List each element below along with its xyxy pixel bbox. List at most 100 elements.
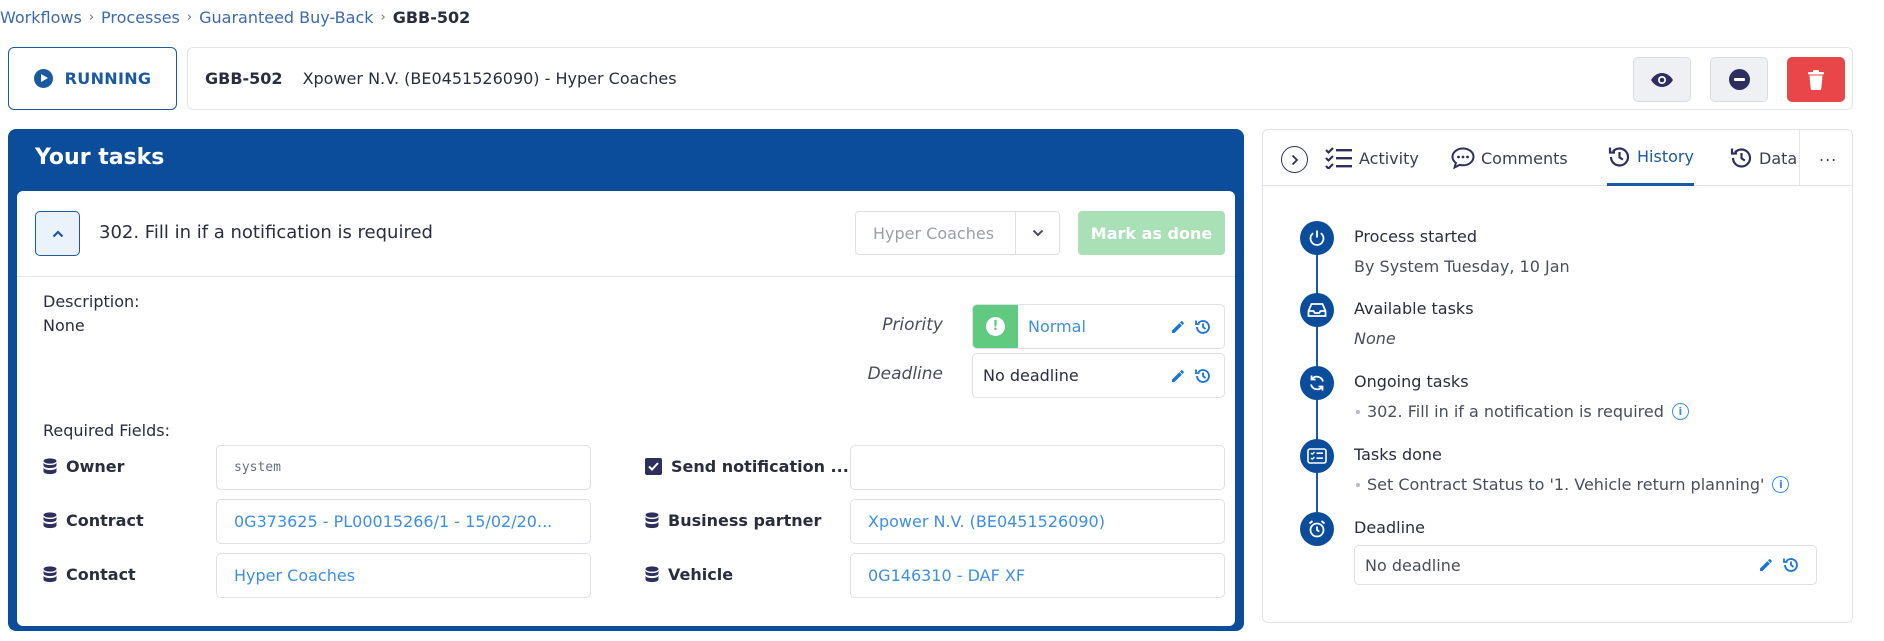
tab-activity-label: Activity	[1359, 148, 1419, 168]
deadline-history-icon[interactable]	[1782, 556, 1800, 574]
business-partner-field[interactable]: Xpower N.V. (BE0451526090)	[850, 499, 1225, 544]
tasks-panel: Your tasks 302. Fill in if a notificatio…	[8, 129, 1244, 631]
contact-label: Contact	[43, 565, 136, 584]
edit-deadline-icon[interactable]	[1758, 557, 1774, 573]
assignee-value: Hyper Coaches	[873, 223, 995, 243]
collapse-side-panel-button[interactable]	[1281, 146, 1308, 173]
info-icon[interactable]: i	[1772, 476, 1790, 493]
collapse-task-button[interactable]	[35, 211, 80, 256]
timeline-available-tasks-value: None	[1354, 329, 1396, 348]
owner-label-text: Owner	[66, 457, 125, 476]
alarm-clock-icon	[1300, 512, 1334, 546]
deadline-field: No deadline	[972, 353, 1225, 398]
description-value: None	[43, 316, 85, 335]
tab-history-label: History	[1637, 147, 1694, 166]
comment-icon	[1451, 147, 1475, 169]
owner-field[interactable]: system	[216, 445, 591, 490]
timeline-process-started: Process started	[1354, 227, 1478, 246]
tab-activity[interactable]: Activity	[1325, 130, 1419, 186]
chevron-down-icon	[1032, 229, 1043, 237]
data-history-icon	[1730, 148, 1752, 168]
task-header: 302. Fill in if a notification is requir…	[17, 191, 1235, 277]
timeline-deadline-field: No deadline	[1354, 545, 1817, 585]
history-icon	[1608, 146, 1630, 167]
owner-label: Owner	[43, 457, 125, 476]
power-icon	[1300, 221, 1334, 255]
bullet	[1356, 409, 1360, 414]
required-fields-label: Required Fields:	[43, 421, 170, 440]
task-list-icon	[1300, 439, 1334, 473]
database-icon	[43, 458, 57, 475]
checkmark-icon	[648, 462, 659, 471]
timeline-tasks-done: Tasks done	[1354, 445, 1442, 464]
status-label: RUNNING	[64, 69, 152, 88]
send-notification-label-text: Send notification ...	[671, 457, 849, 476]
side-tabs: Activity Comments History Data ...	[1263, 130, 1852, 186]
mark-as-done-button[interactable]: Mark as done	[1078, 211, 1225, 255]
process-header: GBB-502 Xpower N.V. (BE0451526090) - Hyp…	[187, 47, 1853, 110]
description-label: Description:	[43, 292, 140, 311]
minus-circle-icon	[1728, 69, 1750, 90]
exclamation-icon: !	[986, 317, 1005, 336]
tab-data[interactable]: Data	[1729, 130, 1797, 186]
checklist-icon	[1325, 147, 1352, 169]
database-icon	[43, 566, 57, 583]
vehicle-label-text: Vehicle	[668, 565, 734, 584]
more-tabs-button[interactable]: ...	[1819, 146, 1837, 165]
tasks-title: Your tasks	[35, 145, 165, 170]
timeline-deadline-value: No deadline	[1365, 555, 1461, 575]
contract-field[interactable]: 0G373625 - PL00015266/1 - 15/02/20...	[216, 499, 591, 544]
breadcrumb-separator: ›	[88, 9, 95, 25]
priority-badge: !	[973, 305, 1018, 348]
timeline-ongoing-task-item[interactable]: 302. Fill in if a notification is requir…	[1356, 402, 1689, 421]
task-title: 302. Fill in if a notification is requir…	[99, 222, 433, 243]
send-notification-field[interactable]	[850, 445, 1225, 490]
trash-icon	[1808, 69, 1824, 90]
tab-history[interactable]: History	[1607, 130, 1694, 186]
tasks-done-text: Set Contract Status to '1. Vehicle retur…	[1367, 475, 1765, 494]
breadcrumb-separator: ›	[380, 9, 386, 25]
timeline-tasks-done-item[interactable]: Set Contract Status to '1. Vehicle retur…	[1356, 475, 1790, 494]
process-title: Xpower N.V. (BE0451526090) - Hyper Coach…	[302, 69, 677, 88]
breadcrumb-guaranteed-buy-back[interactable]: Guaranteed Buy-Back	[199, 8, 373, 27]
priority-label: Priority	[882, 315, 943, 335]
assignee-select[interactable]: Hyper Coaches	[855, 211, 1060, 255]
contact-field[interactable]: Hyper Coaches	[216, 553, 591, 598]
breadcrumb-current: GBB-502	[392, 7, 471, 27]
priority-field: ! Normal	[972, 304, 1225, 349]
chevron-right-icon	[1291, 154, 1298, 165]
delete-button[interactable]	[1787, 57, 1845, 102]
vehicle-field[interactable]: 0G146310 - DAF XF	[850, 553, 1225, 598]
tab-data-label: Data	[1759, 148, 1798, 168]
business-partner-label: Business partner	[645, 511, 821, 530]
breadcrumb-processes[interactable]: Processes	[101, 8, 180, 27]
timeline-process-started-by: By System Tuesday, 10 Jan	[1354, 257, 1570, 276]
contract-label-text: Contract	[66, 511, 144, 530]
send-notification-checkbox[interactable]	[645, 458, 662, 475]
database-icon	[43, 512, 57, 529]
edit-priority-icon[interactable]	[1170, 319, 1186, 335]
tabs-divider	[1799, 130, 1805, 186]
deadline-label: Deadline	[867, 364, 943, 384]
task-card: 302. Fill in if a notification is requir…	[17, 191, 1235, 626]
breadcrumb-workflows[interactable]: Workflows	[0, 8, 82, 27]
deadline-history-icon[interactable]	[1194, 367, 1212, 385]
inbox-icon	[1300, 293, 1334, 327]
status-running-button[interactable]: RUNNING	[8, 47, 177, 110]
send-notification-label: Send notification ...	[645, 457, 849, 476]
breadcrumb: Workflows › Processes › Guaranteed Buy-B…	[0, 6, 470, 28]
priority-history-icon[interactable]	[1194, 318, 1212, 336]
view-button[interactable]	[1633, 57, 1691, 102]
cancel-process-button[interactable]	[1710, 57, 1768, 102]
priority-value: Normal	[1028, 317, 1086, 336]
bullet	[1356, 482, 1360, 487]
edit-deadline-icon[interactable]	[1170, 368, 1186, 384]
contact-label-text: Contact	[66, 565, 136, 584]
database-icon	[645, 566, 659, 583]
tab-comments[interactable]: Comments	[1451, 130, 1568, 186]
vehicle-label: Vehicle	[645, 565, 733, 584]
process-code: GBB-502	[205, 69, 283, 88]
info-icon[interactable]: i	[1671, 403, 1689, 420]
assignee-dropdown-toggle[interactable]	[1015, 212, 1059, 254]
chevron-up-icon	[52, 229, 63, 237]
